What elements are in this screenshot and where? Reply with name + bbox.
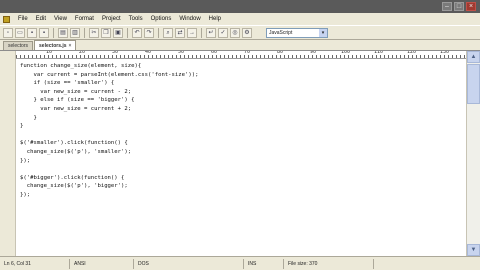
status-bar: Ln 6, Col 31 ANSI DOS INS File size: 370 [0,256,480,270]
close-button[interactable]: × [466,2,476,11]
code-line[interactable]: $('#bigger').click(function() { [20,174,466,183]
tab-label: selectors [8,43,29,49]
insert-mode-status: INS [244,258,284,269]
document-tabs: selectors selectors.js × [0,40,480,51]
save-all-icon[interactable]: ▪ [39,27,49,38]
menu-help[interactable]: Help [209,16,221,22]
toolbar-separator [53,27,54,38]
file-size-status: File size: 370 [284,258,374,269]
menu-project[interactable]: Project [102,16,121,22]
language-select-value: JavaScript [269,29,293,36]
vertical-scrollbar[interactable]: ▲ ▼ [466,51,480,256]
menu-bar: File Edit View Format Project Tools Opti… [0,13,480,25]
menu-window[interactable]: Window [179,16,200,22]
chevron-down-icon: ▾ [319,28,327,37]
open-folder-icon[interactable]: ▭ [15,27,25,38]
paste-icon[interactable]: ▣ [113,27,123,38]
code-line[interactable]: var new_size = current + 2; [20,105,466,114]
title-bar: – □ × [0,0,480,13]
spell-check-icon[interactable]: ✓ [218,27,228,38]
goto-icon[interactable]: → [187,27,197,38]
toolbar: ▫ ▭ ▪ ▪ ▤ ▥ ✂ ❐ ▣ ↶ ↷ ⌕ ⇄ → ↵ ✓ ◎ ⚙ Java… [0,25,480,40]
scrollbar-thumb[interactable] [467,64,480,104]
print-preview-icon[interactable]: ▥ [70,27,80,38]
editor-window: – □ × File Edit View Format Project Tool… [0,0,480,270]
cursor-position: Ln 6, Col 31 [0,258,70,269]
toolbar-separator [127,27,128,38]
undo-icon[interactable]: ↶ [132,27,142,38]
code-line[interactable]: } [20,122,466,131]
menu-view[interactable]: View [54,16,67,22]
code-line[interactable]: }); [20,157,466,166]
minimize-button[interactable]: – [442,2,452,11]
copy-icon[interactable]: ❐ [101,27,111,38]
print-icon[interactable]: ▤ [58,27,68,38]
toolbar-separator [201,27,202,38]
editor-gutter [0,51,16,256]
code-line[interactable]: if (size == 'smaller') { [20,79,466,88]
cut-icon[interactable]: ✂ [89,27,99,38]
redo-icon[interactable]: ↷ [144,27,154,38]
code-line[interactable]: change_size($('p'), 'bigger'); [20,182,466,191]
scroll-up-icon[interactable]: ▲ [467,51,480,63]
line-endings-status: DOS [134,258,244,269]
menu-format[interactable]: Format [75,16,94,22]
code-line[interactable] [20,165,466,174]
code-line[interactable]: $('#smaller').click(function() { [20,139,466,148]
ruler-ticks [16,55,466,58]
code-line[interactable] [20,131,466,140]
menu-tools[interactable]: Tools [129,16,143,22]
close-tab-icon[interactable]: × [69,42,72,50]
settings-icon[interactable]: ⚙ [242,27,252,38]
find-icon[interactable]: ⌕ [163,27,173,38]
tab-label: selectors.js [39,42,67,49]
code-line[interactable]: var new_size = current - 2; [20,88,466,97]
code-line[interactable]: } else if (size == 'bigger') { [20,96,466,105]
code-editor[interactable]: function change_size(element, size){ var… [16,59,466,256]
menu-file[interactable]: File [18,16,28,22]
new-file-icon[interactable]: ▫ [3,27,13,38]
browser-preview-icon[interactable]: ◎ [230,27,240,38]
code-line[interactable]: change_size($('p'), 'smaller'); [20,148,466,157]
toolbar-separator [84,27,85,38]
encoding-status: ANSI [70,258,134,269]
code-line[interactable]: var current = parseInt(element.css('font… [20,71,466,80]
app-icon[interactable] [3,15,10,23]
menu-options[interactable]: Options [151,16,172,22]
save-icon[interactable]: ▪ [27,27,37,38]
replace-icon[interactable]: ⇄ [175,27,185,38]
column-ruler: 10 20 30 40 50 60 70 80 90 100 110 120 1… [16,51,466,59]
tab-selectors[interactable]: selectors [3,41,34,50]
code-line[interactable]: function change_size(element, size){ [20,62,466,71]
code-line[interactable]: }); [20,191,466,200]
menu-edit[interactable]: Edit [36,16,46,22]
window-controls: – □ × [442,2,476,11]
scroll-down-icon[interactable]: ▼ [467,244,480,256]
tab-selectors-js[interactable]: selectors.js × [34,40,77,50]
maximize-button[interactable]: □ [454,2,464,11]
toolbar-separator [158,27,159,38]
language-select[interactable]: JavaScript ▾ [266,27,328,38]
word-wrap-icon[interactable]: ↵ [206,27,216,38]
code-line[interactable]: } [20,114,466,123]
